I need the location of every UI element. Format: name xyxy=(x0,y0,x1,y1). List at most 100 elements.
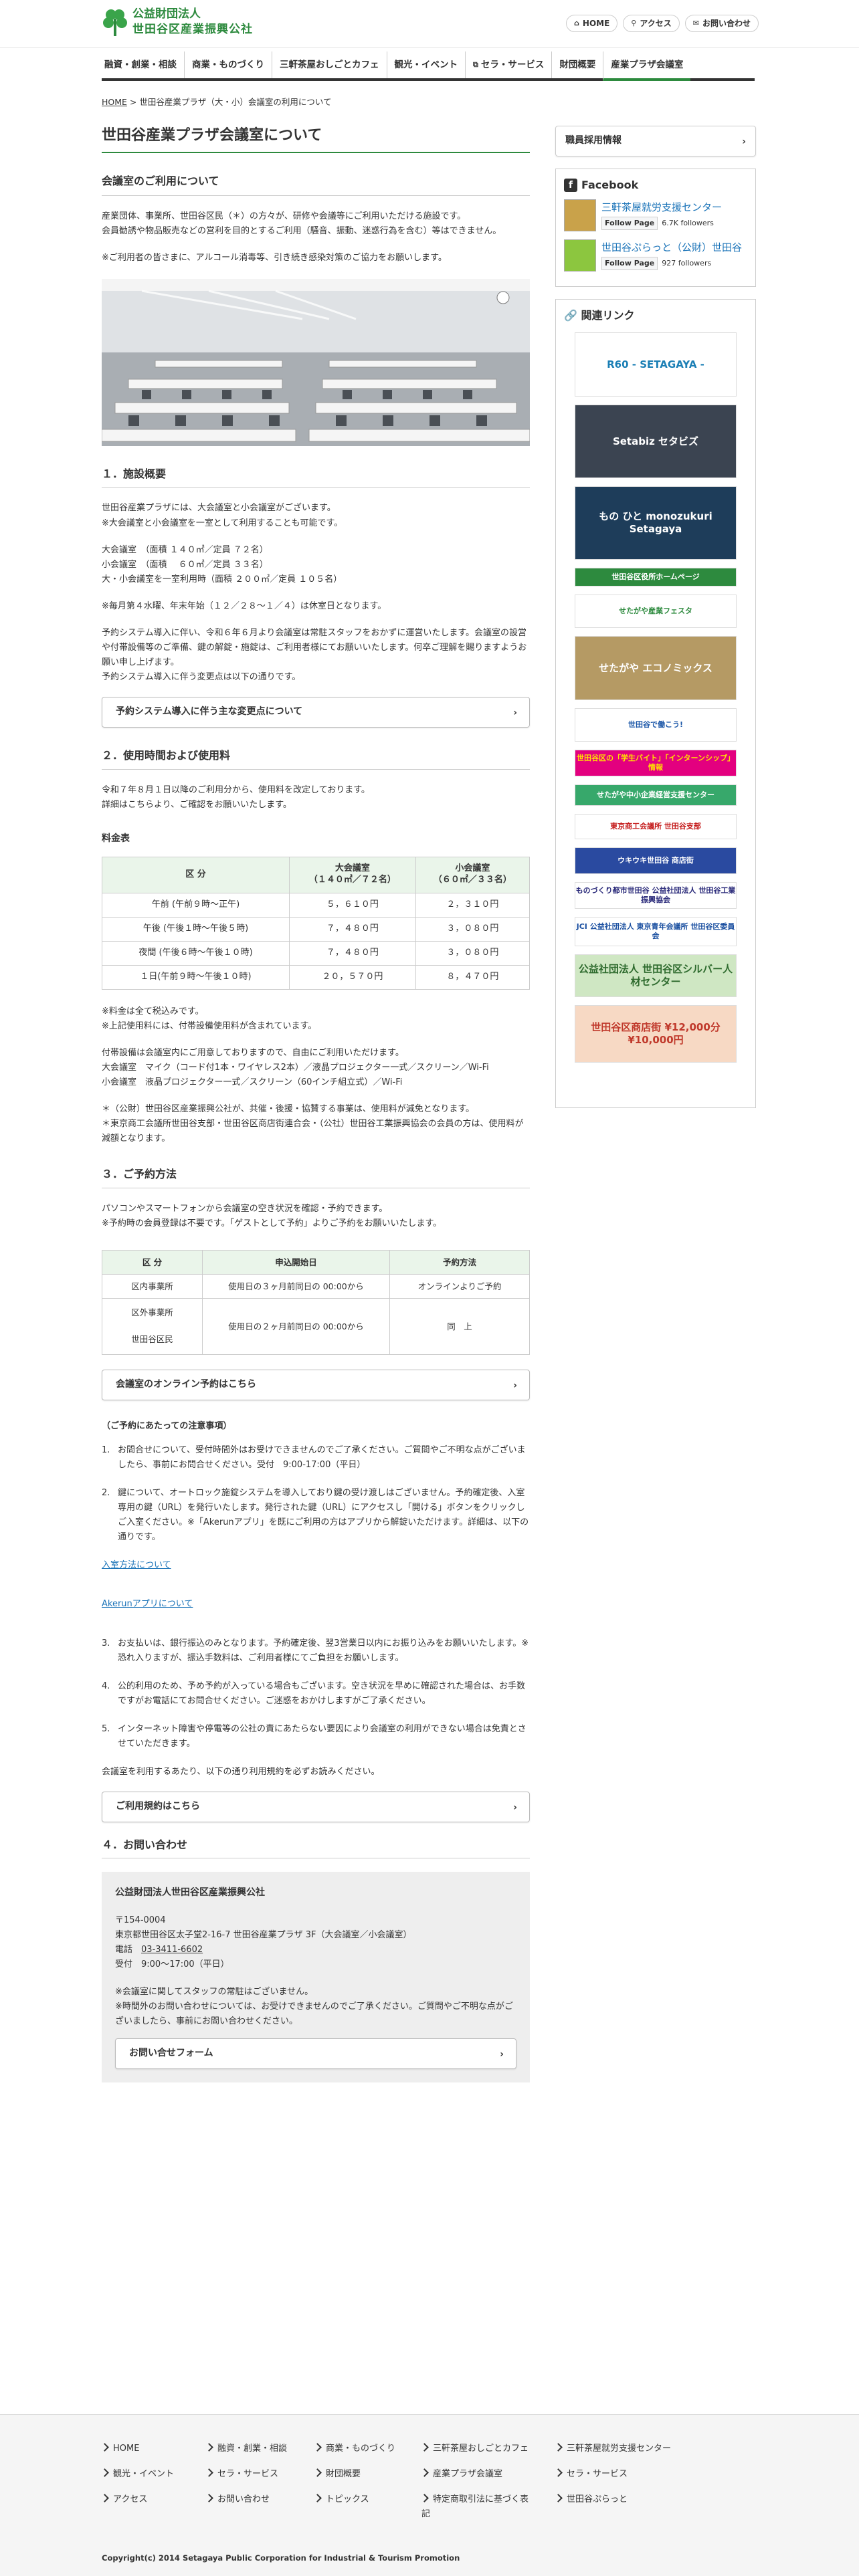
s1-room-combined: 大・小会議室を一室利用時（面積 ２００㎡／定員 １０５名） xyxy=(102,574,343,584)
list-item: 3. お支払いは、銀行振込のみとなります。予約確定後、翌3営業日以内にお振り込みを… xyxy=(102,1638,529,1663)
breadcrumb: HOME > 世田谷産業プラザ（大・小）会議室の利用について xyxy=(102,95,332,109)
header-access-button[interactable]: ⚲ アクセス xyxy=(623,15,680,32)
breadcrumb-sep: > xyxy=(129,97,137,107)
sidebar: 職員採用情報 › f Facebook 三軒茶屋就労支援センター Follow Pa… xyxy=(555,126,756,1109)
fee-col-large: 大会議室 （１４０㎡／７２名） xyxy=(289,856,416,893)
equip-text-3: 小会議室 液晶プロジェクター一式／スクリーン（60インチ組立式）／Wi-Fi xyxy=(102,1077,403,1087)
nav-item-sera-service[interactable]: ⧉ セラ・サービス xyxy=(465,51,551,78)
contact-form-button[interactable]: お問い合せフォーム › xyxy=(115,2038,516,2069)
footer-link[interactable]: セラ・サービス xyxy=(206,2467,287,2482)
related-link-banner[interactable]: 世田谷区役所ホームページ xyxy=(575,568,737,587)
chevron-right-icon: › xyxy=(742,136,746,147)
contact-hours: 受付 9:00〜17:00（平日） xyxy=(115,1959,229,1970)
related-link-banner[interactable]: 世田谷で働こう! xyxy=(575,708,737,742)
nav-item-about[interactable]: 財団概要 xyxy=(551,51,603,78)
footer-link[interactable]: 世田谷ぷらっと xyxy=(555,2492,671,2507)
facebook-page-item[interactable]: 三軒茶屋就労支援センター Follow Page 6.7K followers xyxy=(564,199,747,232)
footer-link[interactable]: 観光・イベント xyxy=(102,2467,174,2482)
facebook-page-item[interactable]: 世田谷ぷらっと（公財）世田谷 Follow Page 927 followers xyxy=(564,239,747,272)
related-link-banner[interactable]: 東京商工会議所 世田谷支部 xyxy=(575,814,737,840)
contact-note-2: ※時間外のお問い合わせについては、お受けできませんのでご了承ください。ご質問やご… xyxy=(115,2001,513,2026)
footer-link[interactable]: 融資・創業・相談 xyxy=(206,2442,287,2456)
equip-text-2: 大会議室 マイク（コード付1本・ワイヤレス2本）／液晶プロジェクター一式／スクリ… xyxy=(102,1062,489,1073)
related-link-banner[interactable]: R60 - SETAGAYA - xyxy=(575,332,737,397)
footer-link[interactable]: 産業プラザ会議室 xyxy=(421,2467,529,2482)
equip-text-1: 付帯設備は会議室内にご用意しておりますので、自由にご利用いただけます。 xyxy=(102,1047,404,1058)
header-contact-button[interactable]: ✉ お問い合わせ xyxy=(684,15,759,32)
nav-item-cafe[interactable]: 三軒茶屋おしごとカフェ xyxy=(272,51,387,78)
contact-box: 公益財団法人世田谷区産業振興公社 〒154-0004 東京都世田谷区太子堂2-1… xyxy=(102,1872,530,2082)
footer-link[interactable]: 特定商取引法に基づく表記 xyxy=(421,2492,529,2522)
nav-item-tourism[interactable]: 観光・イベント xyxy=(386,51,466,78)
related-link-banner[interactable]: Setabiz セタビズ xyxy=(575,405,737,479)
contact-tel[interactable]: 03-3411-6602 xyxy=(141,1945,203,1955)
recruit-button[interactable]: 職員採用情報 › xyxy=(555,126,756,156)
related-link-banner[interactable]: ウキウキ世田谷 商店街 xyxy=(575,847,737,875)
footer-link[interactable]: 商業・ものづくり xyxy=(314,2442,395,2456)
s1-room-small: 小会議室 （面積 ６０㎡／定員 ３３名） xyxy=(102,559,268,570)
table-row: １日(午前９時〜午後１０時) ２０，５７０円 ８，４７０円 xyxy=(102,964,531,990)
link-icon: 🔗 xyxy=(564,309,577,322)
header-home-button[interactable]: ⌂ HOME xyxy=(566,15,618,32)
footer-link[interactable]: トピックス xyxy=(314,2492,395,2507)
chevron-right-icon: › xyxy=(500,2048,504,2060)
akerun-app-link[interactable]: Akerunアプリについて xyxy=(102,1597,530,1612)
footer-link[interactable]: セラ・サービス xyxy=(555,2467,671,2482)
copyright: Copyright(c) 2014 Setagaya Public Corpor… xyxy=(102,2553,460,2563)
facebook-page-name[interactable]: 三軒茶屋就労支援センター xyxy=(601,199,742,217)
list-item: 1. お問合せについて、受付時間外はお受けできませんのでご了承ください。ご質問やご… xyxy=(102,1444,526,1470)
follow-page-button[interactable]: Follow Page xyxy=(601,216,658,231)
footer-link[interactable]: HOME xyxy=(102,2442,174,2456)
related-link-banner[interactable]: もの ひと monozukuri Setagaya xyxy=(575,486,737,560)
footer-col-4: 三軒茶屋おしごとカフェ 産業プラザ会議室 特定商取引法に基づく表記 xyxy=(421,2442,529,2533)
footer-link[interactable]: アクセス xyxy=(102,2492,174,2507)
changes-button[interactable]: 予約システム導入に伴う主な変更点について › xyxy=(102,697,530,728)
nav-item-finance[interactable]: 融資・創業・相談 xyxy=(102,51,184,78)
footer-link[interactable]: お問い合わせ xyxy=(206,2492,287,2507)
footer-col-3: 商業・ものづくり 財団概要 トピックス xyxy=(314,2442,395,2518)
follow-page-button[interactable]: Follow Page xyxy=(601,256,658,271)
related-link-banner[interactable]: 公益社団法人 世田谷区シルバー人材センター xyxy=(575,954,737,998)
related-link-banner[interactable]: せたがや産業フェスタ xyxy=(575,595,737,629)
s2-text-2[interactable]: 詳細はこちらより、ご確認をお願いいたします。 xyxy=(102,798,530,813)
related-link-banner[interactable]: 世田谷区の「学生バイト」「インターンシップ」情報 xyxy=(575,750,737,777)
related-link-banner[interactable]: 世田谷区商店街 ¥12,000分 ¥10,000円 xyxy=(575,1005,737,1063)
footer-link[interactable]: 三軒茶屋おしごとカフェ xyxy=(421,2442,529,2456)
home-icon: ⌂ xyxy=(574,18,579,27)
breadcrumb-home[interactable]: HOME xyxy=(102,97,127,107)
fee-note-1: ※料金は全て税込みです。 xyxy=(102,1006,204,1016)
nav-item-meeting-room[interactable]: 産業プラザ会議室 xyxy=(603,51,691,81)
s1-changes-intro: 予約システム導入に伴う変更点は以下の通りです。 xyxy=(102,672,301,683)
related-link-banner[interactable]: JCI 公益社団法人 東京青年会議所 世田谷区委員会 xyxy=(575,917,737,947)
terms-text: 会議室を利用するあたり、以下の通り利用規約を必ずお読みください。 xyxy=(102,1767,380,1778)
footer-link[interactable]: 財団概要 xyxy=(314,2467,395,2482)
s1-text-1: 世田谷産業プラザには、大会議室と小会議室がございます。 xyxy=(102,503,336,514)
nav-item-commerce[interactable]: 商業・ものづくり xyxy=(184,51,272,78)
footer-col-2: 融資・創業・相談 セラ・サービス お問い合わせ xyxy=(206,2442,287,2518)
map-pin-icon: ⚲ xyxy=(631,18,637,27)
fee-table: 区 分 大会議室 （１４０㎡／７２名） 小会議室 （６０㎡／３３名） 午前 (午… xyxy=(102,856,531,990)
s3-text-1: パソコンやスマートフォンから会議室の空き状況を確認・予約できます。 xyxy=(102,1203,388,1214)
s1-text-2: ※大会議室と小会議室を一室として利用することも可能です。 xyxy=(102,518,343,528)
section-3-title: ３．ご予約方法 xyxy=(102,1165,530,1188)
usage-heading: 会議室のご利用について xyxy=(102,172,530,196)
s2-text-1: 令和７年８月１日以降のご利用分から、使用料を改定しております。 xyxy=(102,784,370,795)
facebook-page-thumbnail xyxy=(564,239,596,272)
related-link-banner[interactable]: せたがや中小企業経営支援センター xyxy=(575,784,737,807)
site-logo[interactable]: 公益財団法人 世田谷区産業振興公社 xyxy=(102,7,253,37)
global-nav: 融資・創業・相談 商業・ものづくり 三軒茶屋おしごとカフェ 観光・イベント ⧉ セ… xyxy=(102,51,755,81)
terms-button[interactable]: ご利用規約はこちら › xyxy=(102,1792,530,1823)
related-link-banner[interactable]: せたがや エコノミックス xyxy=(575,636,737,701)
online-reservation-button[interactable]: 会議室のオンライン予約はこちら › xyxy=(102,1369,530,1400)
contact-address: 東京都世田谷区太子堂2-16-7 世田谷産業プラザ 3F（大会議室／小会議室） xyxy=(115,1930,412,1941)
related-link-banner[interactable]: ものづくり都市世田谷 公益社団法人 世田谷工業振興協会 xyxy=(575,882,737,909)
footer-link[interactable]: 三軒茶屋就労支援センター xyxy=(555,2442,671,2456)
member-note-2: ＊東京商工会議所世田谷支部・世田谷区商店街連合会・（公社）世田谷工業振興協会の会… xyxy=(102,1119,524,1144)
table-row: 午後 (午後１時〜午後５時) ７，４８０円 ３，０８０円 xyxy=(102,916,531,942)
facebook-page-name[interactable]: 世田谷ぷらっと（公財）世田谷 xyxy=(601,239,742,257)
chevron-right-icon: › xyxy=(513,1380,517,1391)
s1-staff-note: 予約システム導入に伴い、令和６年６月より会議室は常駐スタッフをおかずに運営いたし… xyxy=(102,628,527,668)
usage-note: ※ご利用者の皆さまに、アルコール消毒等、引き続き感染対策のご協力をお願いします。 xyxy=(102,253,447,263)
clover-logo-icon xyxy=(103,9,127,36)
enter-method-link[interactable]: 入室方法について xyxy=(102,1558,530,1573)
